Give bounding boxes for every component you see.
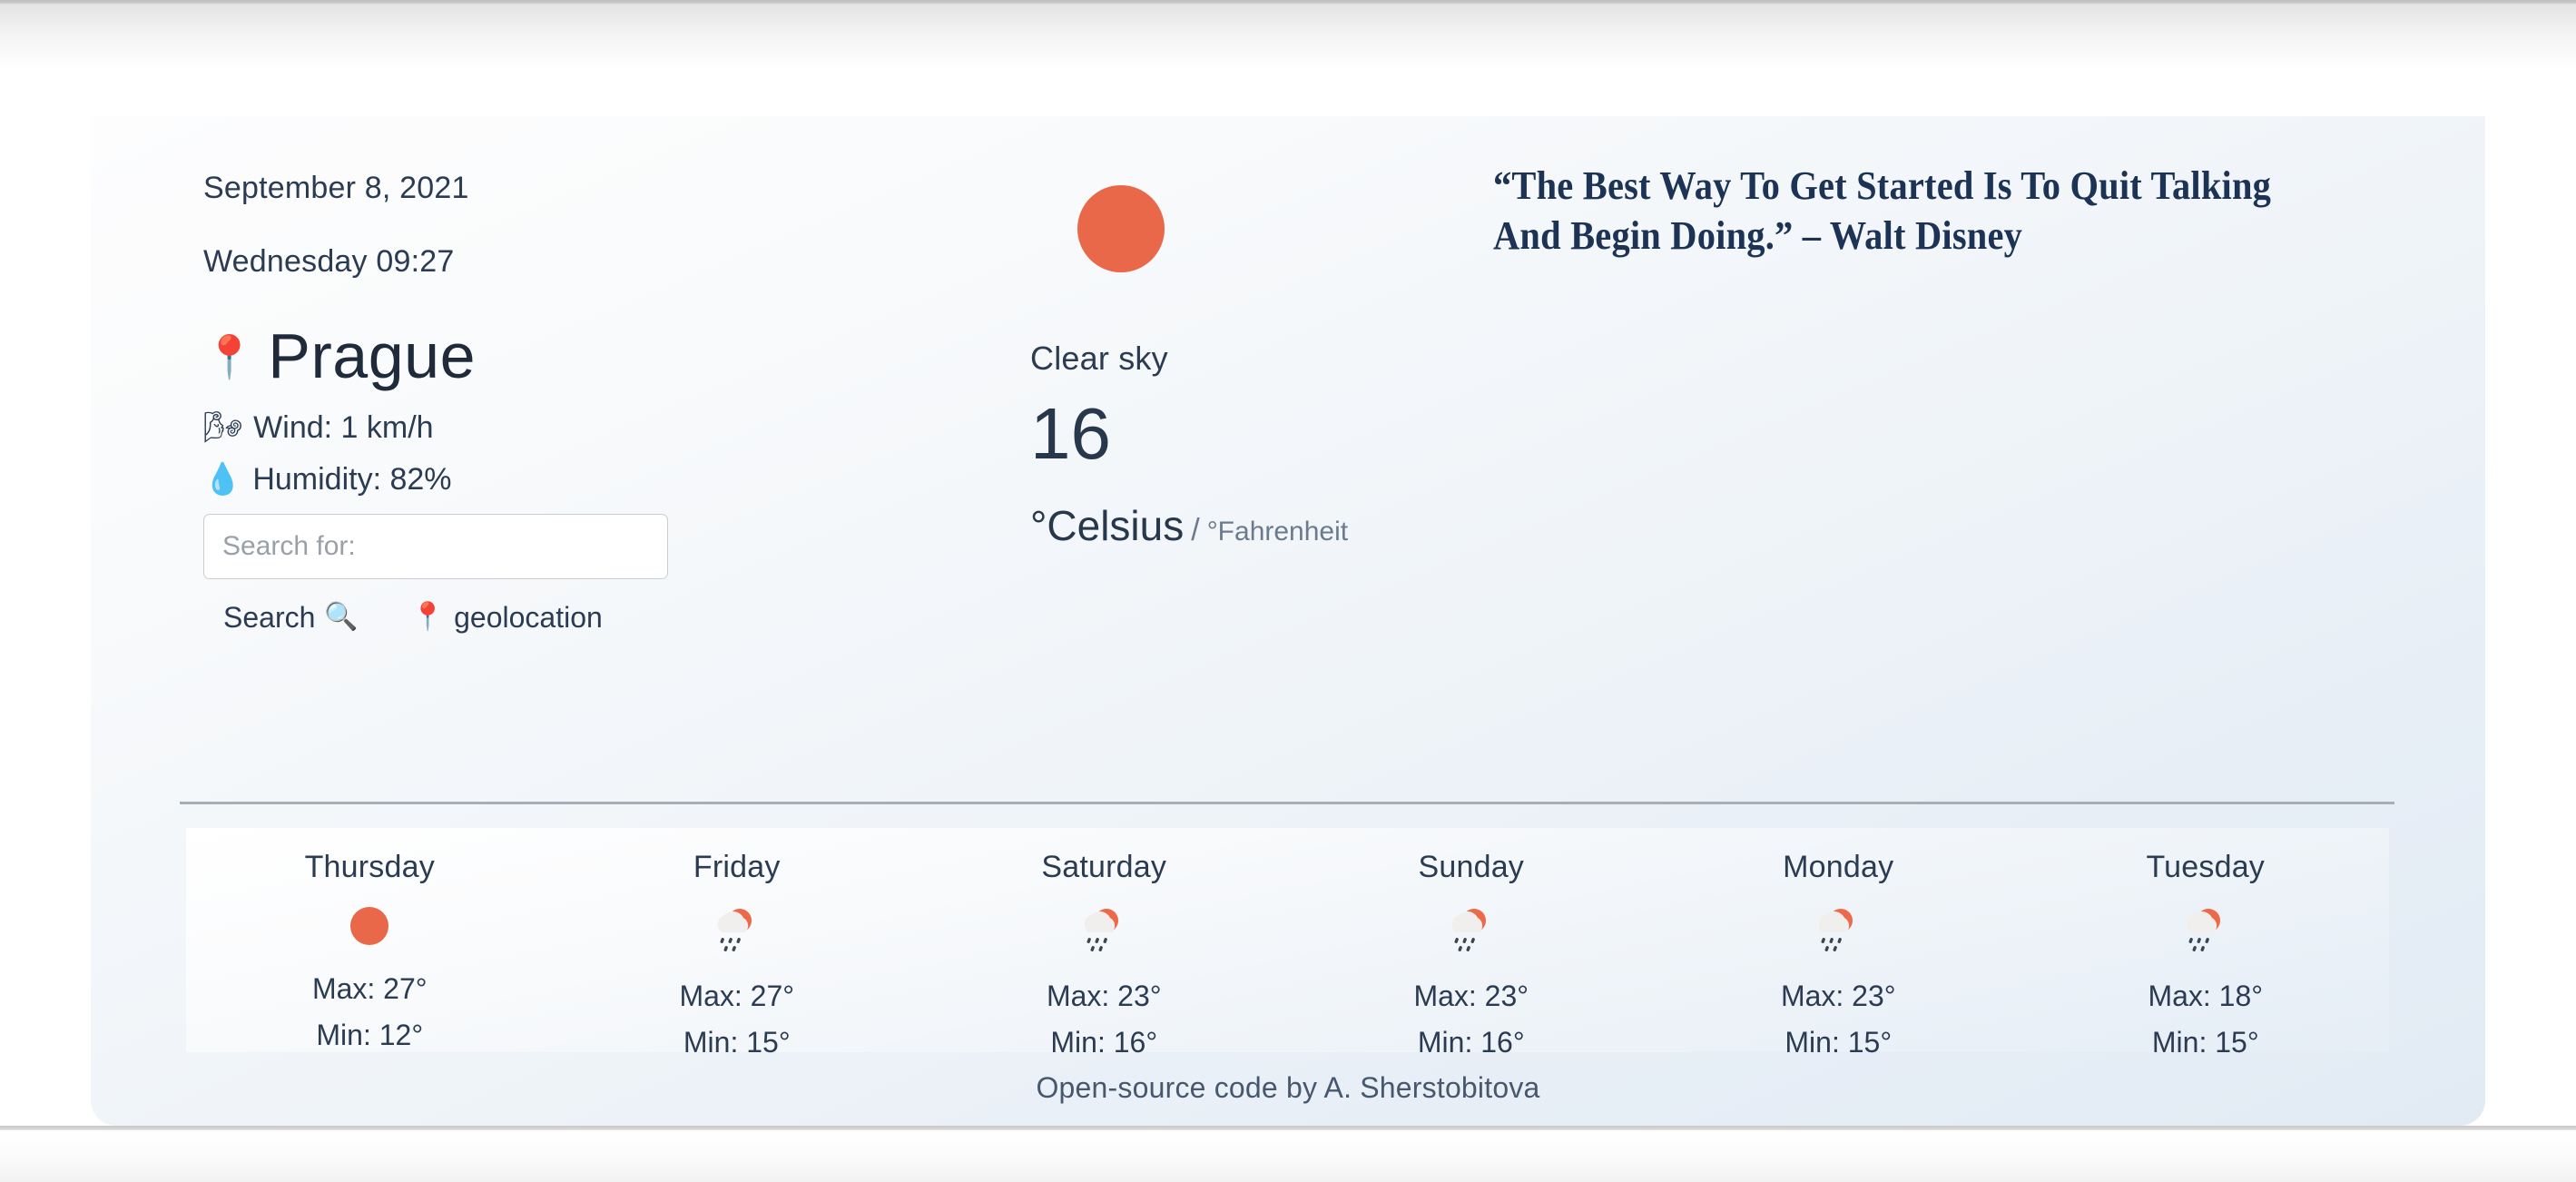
round-pushpin-icon: 📍	[410, 602, 446, 632]
forecast-day-2: Saturday Max: 23° Min: 16°	[920, 828, 1288, 1059]
weather-card: September 8, 2021 Wednesday 09:27 📍 Prag…	[91, 116, 2485, 1126]
forecast-day-4: Monday Max: 23° Min: 15°	[1655, 828, 2022, 1059]
forecast-min: Min: 15°	[683, 1026, 791, 1059]
humidity-row: 💧 Humidity: 82%	[203, 462, 893, 497]
forecast-day-name: Sunday	[1418, 850, 1524, 884]
forecast-max: Max: 27°	[311, 972, 428, 1005]
bottom-fade-band	[0, 1130, 2576, 1182]
wind-face-icon: 🌬	[203, 410, 243, 445]
sun-rain-cloud-icon	[1443, 905, 1499, 954]
current-temperature: 16	[1030, 393, 1111, 474]
magnifying-glass-icon: 🔍	[324, 602, 359, 632]
search-button-label: Search	[223, 600, 316, 634]
current-day-time: Wednesday 09:27	[203, 244, 455, 279]
city-name: Prague	[268, 320, 477, 391]
forecast-day-name: Saturday	[1041, 850, 1167, 884]
card-top-area: September 8, 2021 Wednesday 09:27 📍 Prag…	[91, 116, 2485, 806]
forecast-max: Max: 27°	[679, 980, 795, 1012]
fahrenheit-button[interactable]: °Fahrenheit	[1207, 517, 1348, 547]
forecast-min: Min: 15°	[2151, 1026, 2259, 1059]
city-row: 📍 Prague	[203, 320, 893, 391]
forecast-panel: Thursday Max: 27° Min: 12° Friday Max: 2…	[186, 828, 2390, 1059]
humidity-value: Humidity: 82%	[252, 461, 452, 497]
forecast-max: Max: 23°	[1413, 980, 1529, 1012]
wind-value: Wind: 1 km/h	[253, 409, 434, 445]
celsius-button[interactable]: °Celsius	[1030, 501, 1184, 550]
sun-rain-cloud-icon	[1810, 905, 1866, 954]
forecast-day-name: Friday	[693, 850, 781, 884]
forecast-min: Min: 12°	[316, 1019, 424, 1051]
forecast-max: Max: 23°	[1046, 980, 1162, 1012]
page-root: September 8, 2021 Wednesday 09:27 📍 Prag…	[0, 0, 2576, 1182]
forecast-max: Max: 23°	[1780, 980, 1896, 1012]
sun-rain-cloud-icon	[2178, 905, 2234, 954]
forecast-day-5: Tuesday Max: 18° Min: 15°	[2022, 828, 2390, 1059]
unit-toggle-row: °Celsius / °Fahrenheit	[1030, 501, 1666, 550]
quote-text: “The Best Way To Get Started Is To Quit …	[1493, 163, 2272, 258]
unit-separator: /	[1191, 513, 1200, 547]
current-date: September 8, 2021	[203, 171, 469, 205]
forecast-day-3: Sunday Max: 23° Min: 16°	[1288, 828, 1656, 1059]
round-pushpin-icon: 📍	[203, 332, 256, 380]
weather-condition: Clear sky	[1030, 340, 1168, 377]
sun-rain-cloud-icon	[709, 905, 765, 954]
forecast-min: Min: 16°	[1050, 1026, 1158, 1059]
footer-credit: Open-source code by A. Sherstobitova	[1036, 1071, 1540, 1104]
sun-icon	[1077, 185, 1165, 272]
forecast-day-1: Friday Max: 27° Min: 15°	[554, 828, 921, 1059]
geolocation-button-label: geolocation	[454, 600, 603, 634]
forecast-min: Min: 16°	[1417, 1026, 1525, 1059]
forecast-day-name: Tuesday	[2146, 850, 2266, 884]
forecast-day-name: Thursday	[304, 850, 435, 884]
forecast-max: Max: 18°	[2148, 980, 2264, 1012]
search-input[interactable]	[203, 513, 668, 579]
search-button[interactable]: Search 🔍	[223, 601, 359, 635]
sun-icon	[350, 905, 389, 947]
search-actions: Search 🔍 📍 geolocation	[203, 601, 893, 635]
sun-rain-cloud-icon	[1076, 905, 1132, 954]
forecast-day-0: Thursday Max: 27° Min: 12°	[186, 828, 554, 1052]
geolocation-button[interactable]: 📍 geolocation	[411, 601, 603, 635]
forecast-day-name: Monday	[1783, 850, 1894, 884]
location-column: September 8, 2021 Wednesday 09:27 📍 Prag…	[203, 171, 893, 635]
section-divider	[180, 802, 2394, 804]
droplet-icon: 💧	[203, 462, 242, 497]
top-fade-band	[0, 5, 2576, 70]
wind-row: 🌬 Wind: 1 km/h	[203, 410, 893, 446]
quote-column: “The Best Way To Get Started Is To Quit …	[1493, 162, 2383, 261]
forecast-min: Min: 15°	[1785, 1026, 1893, 1059]
